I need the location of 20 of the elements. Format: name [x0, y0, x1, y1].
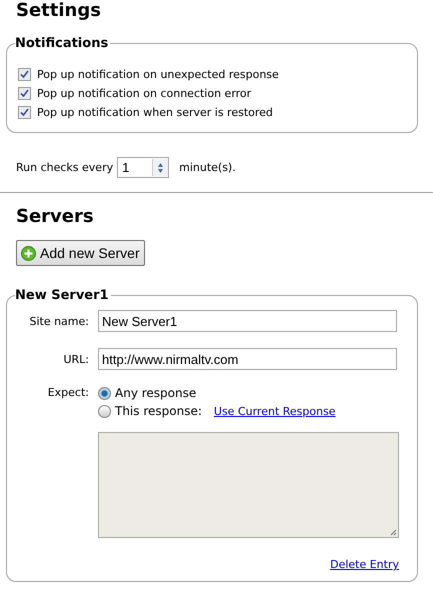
field-label: Expect:: [46, 386, 89, 399]
panel-title: New Server1: [15, 288, 110, 303]
input-field[interactable]: http://www.nirmaltv.com: [98, 348, 397, 370]
add-server-button[interactable]: Add new Server: [16, 240, 145, 266]
page-title: Settings: [16, 0, 102, 22]
radio-label: This response:: [115, 404, 202, 418]
delete-entry-link[interactable]: Delete Entry: [330, 558, 399, 571]
radio-label: Any response: [115, 386, 196, 400]
field-label: URL:: [62, 352, 89, 366]
panel-title: Notifications: [15, 36, 110, 51]
checkbox-label: Pop up notification on unexpected response: [37, 68, 279, 81]
interval-label: Run checks every: [16, 161, 114, 174]
checkbox-label: Pop up notification on connection error: [37, 87, 252, 100]
checkbox-label: Pop up notification when server is restored: [37, 106, 273, 119]
interval-unit: minute(s).: [179, 161, 236, 174]
field-label: Site name:: [28, 314, 89, 328]
interval-spinner[interactable]: 1: [117, 157, 170, 178]
section-title: Servers: [16, 205, 95, 228]
input-field[interactable]: New Server1: [98, 310, 397, 332]
use-response-link[interactable]: Use Current Response: [214, 404, 336, 418]
